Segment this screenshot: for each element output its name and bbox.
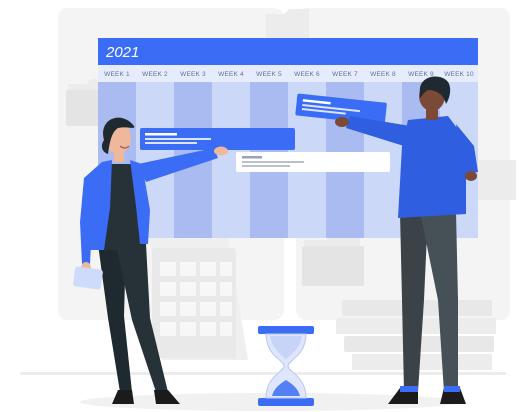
week-label: WEEK 5 <box>256 71 282 78</box>
task-card-white <box>236 152 390 172</box>
hourglass-icon <box>258 326 314 406</box>
board-year: 2021 <box>105 44 139 61</box>
folder-icon <box>472 160 516 200</box>
week-label: WEEK 9 <box>408 71 434 78</box>
week-label: WEEK 3 <box>180 71 206 78</box>
task-card-blue <box>140 128 295 150</box>
floor-line <box>20 372 506 375</box>
folder-icon <box>302 234 364 286</box>
week-label: WEEK 2 <box>142 71 168 78</box>
week-label: WEEK 8 <box>370 71 396 78</box>
illustration-stage: WEEK 1 WEEK 2 WEEK 3 WEEK 4 WEEK 5 WEEK 6 WEEK… <box>0 0 526 412</box>
week-label: WEEK 1 <box>104 71 130 78</box>
week-label: WEEK 10 <box>444 71 474 78</box>
calendar-icon <box>150 238 248 360</box>
timeline-planning-illustration: WEEK 1 WEEK 2 WEEK 3 WEEK 4 WEEK 5 WEEK 6 WEEK… <box>20 8 516 411</box>
week-label: WEEK 6 <box>294 71 320 78</box>
board-header <box>98 38 478 65</box>
phone-icon <box>73 266 103 290</box>
week-label: WEEK 4 <box>218 71 244 78</box>
week-label: WEEK 7 <box>332 71 358 78</box>
